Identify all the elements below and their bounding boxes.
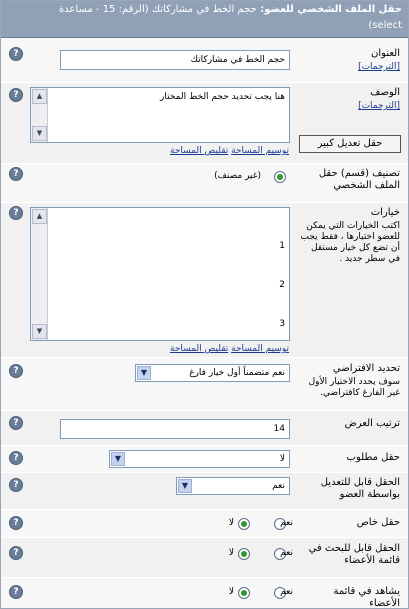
row-category: ? (غير مصنف) تصنيف (قسم) حقل الملف الشخص… [1, 164, 408, 203]
row-order: ? 14 ترتيب العرض [1, 411, 408, 446]
expand-area-link[interactable]: توسيم المساحة [231, 344, 289, 354]
editable-select[interactable]: نعم ▼ [176, 477, 290, 495]
options-hint: اكتب الخيارات التي يمكن للعضو اختيارها ،… [300, 221, 401, 264]
private-radio-no[interactable] [238, 518, 250, 530]
chevron-down-icon[interactable]: ▼ [178, 479, 192, 493]
default-select[interactable]: نعم متضمناً أول خيار فارغ ▼ [135, 364, 290, 382]
default-label-text: تحديد الافتراضي [332, 363, 400, 374]
help-icon[interactable]: ? [9, 47, 23, 61]
chevron-down-icon[interactable]: ▼ [137, 366, 151, 380]
header-title-rest: حجم الخط في مشاركاتك (الرقم: 15 - مساعدة [58, 4, 257, 15]
private-no-label: لا [228, 518, 234, 528]
memberlist-no-label: لا [228, 587, 234, 597]
scroll-up-icon[interactable]: ▲ [32, 89, 47, 104]
editable-label: الحقل قابل للتعديل بواسطة العضو [320, 477, 400, 500]
description-textarea[interactable]: ▲ ▼ هنا يجب تحديد حجم الخط المختار [30, 87, 290, 143]
help-icon[interactable]: ? [9, 516, 23, 530]
row-searchable: ? نعم لا الحقل قابل للبحث في قائمة الأعض… [1, 538, 408, 578]
default-select-value: نعم متضمناً أول خيار فارغ [189, 368, 285, 378]
required-select-value: لا [279, 454, 285, 464]
default-label: تحديد الافتراضي سوف يحدد الاختيار الأول … [300, 363, 400, 399]
scroll-down-icon[interactable]: ▼ [32, 324, 47, 339]
help-icon[interactable]: ? [9, 167, 23, 181]
header-title-bold: حقل الملف الشخصي للعضو: [260, 4, 402, 15]
option-line: 3 [279, 319, 285, 329]
options-lines: 1 2 3 4 5 6 7 [262, 214, 285, 340]
header-title-line2: select) [368, 20, 402, 31]
description-resize-links: توسيم المساحة تقليص المساحة [170, 146, 289, 156]
searchable-yes-label: نعم [280, 548, 293, 558]
description-label-text: الوصف [370, 87, 400, 98]
private-label: حقل خاص [356, 517, 400, 528]
searchable-radio-no[interactable] [238, 548, 250, 560]
row-description: ? ▲ ▼ هنا يجب تحديد حجم الخط المختار توس… [1, 83, 408, 164]
editable-select-value: نعم [272, 481, 285, 491]
expand-area-link[interactable]: توسيم المساحة [231, 146, 289, 156]
chevron-down-icon[interactable]: ▼ [111, 452, 125, 466]
title-input[interactable]: حجم الخط في مشاركاتك [60, 50, 290, 70]
scroll-down-icon[interactable]: ▼ [32, 126, 47, 141]
options-resize-links: توسيم المساحة تقليص المساحة [170, 344, 289, 354]
memberlist-radio-no[interactable] [238, 587, 250, 599]
options-label-text: خيارات [370, 207, 400, 218]
help-icon[interactable]: ? [9, 546, 23, 560]
row-title: ? حجم الخط في مشاركاتك العنوان [الترجمات… [1, 38, 408, 83]
row-editable: ? نعم ▼ الحقل قابل للتعديل بواسطة العضو [1, 473, 408, 510]
row-memberlist: ? نعم لا يشاهد في قائمة الأعضاء [1, 578, 408, 608]
row-required: ? لا ▼ حقل مطلوب [1, 446, 408, 473]
category-label: تصنيف (قسم) حقل الملف الشخصي [318, 168, 400, 191]
description-scrollbar[interactable]: ▲ ▼ [31, 88, 48, 142]
shrink-area-link[interactable]: تقليص المساحة [170, 344, 228, 354]
option-line: 1 [279, 241, 285, 251]
help-icon[interactable]: ? [9, 451, 23, 465]
help-icon[interactable]: ? [9, 478, 23, 492]
options-scrollbar[interactable]: ▲ ▼ [31, 208, 48, 340]
required-label: حقل مطلوب [346, 452, 400, 463]
help-icon[interactable]: ? [9, 88, 23, 102]
form-header: حقل الملف الشخصي للعضو: حجم الخط في مشار… [1, 1, 408, 38]
private-yes-label: نعم [280, 518, 293, 528]
options-label: خيارات اكتب الخيارات التي يمكن للعضو اخت… [300, 207, 401, 265]
row-options: ? ▲ ▼ 1 2 3 4 5 6 7 توسيم المساحة تقليص … [1, 203, 408, 358]
category-radio-uncategorized[interactable] [274, 171, 286, 183]
scroll-up-icon[interactable]: ▲ [32, 209, 47, 224]
memberlist-label: يشاهد في قائمة الأعضاء [333, 586, 401, 609]
description-text: هنا يجب تحديد حجم الخط المختار [160, 92, 285, 102]
row-private: ? نعم لا حقل خاص [1, 510, 408, 538]
options-textarea[interactable]: ▲ ▼ 1 2 3 4 5 6 7 [30, 207, 290, 341]
description-label: الوصف [الترجمات] [300, 87, 400, 112]
option-line: 2 [279, 280, 285, 290]
title-label: العنوان [الترجمات] [300, 48, 400, 73]
description-translations-link[interactable]: [الترجمات] [358, 101, 400, 111]
category-option-label: (غير مصنف) [214, 171, 261, 181]
title-label-text: العنوان [371, 48, 400, 59]
help-icon[interactable]: ? [9, 206, 23, 220]
order-input[interactable]: 14 [60, 419, 290, 439]
header-title-line1: حقل الملف الشخصي للعضو: حجم الخط في مشار… [59, 4, 402, 15]
default-hint: سوف يحدد الاختيار الأول غير الفارغ كافتر… [308, 377, 400, 398]
help-icon[interactable]: ? [9, 416, 23, 430]
title-translations-link[interactable]: [الترجمات] [358, 62, 400, 72]
required-select[interactable]: لا ▼ [109, 450, 290, 468]
order-label: ترتيب العرض [344, 418, 400, 429]
row-default: ? نعم متضمناً أول خيار فارغ ▼ تحديد الاف… [1, 358, 408, 411]
memberlist-yes-label: نعم [280, 587, 293, 597]
profile-field-form: حقل الملف الشخصي للعضو: حجم الخط في مشار… [0, 0, 409, 609]
searchable-no-label: لا [228, 548, 234, 558]
help-icon[interactable]: ? [9, 364, 23, 378]
big-edit-button[interactable]: حقل تعديل كبير [299, 135, 401, 153]
help-icon[interactable]: ? [9, 585, 23, 599]
searchable-label: الحقل قابل للبحث في قائمة الأعضاء [308, 543, 400, 566]
shrink-area-link[interactable]: تقليص المساحة [170, 146, 228, 156]
